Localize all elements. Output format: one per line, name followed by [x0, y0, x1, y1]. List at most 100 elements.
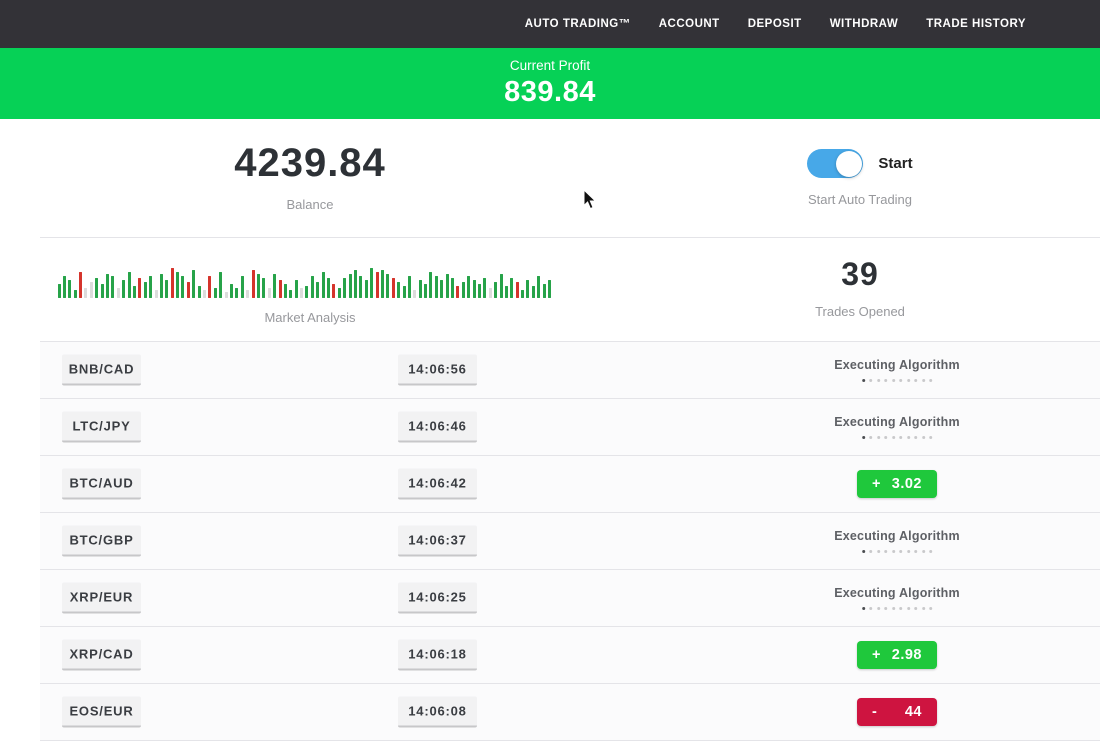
pair-badge[interactable]: EOS/EUR — [62, 697, 141, 728]
chart-bar — [84, 288, 87, 298]
progress-dot — [899, 379, 902, 382]
progress-dot — [869, 550, 872, 553]
chart-bar — [187, 282, 190, 298]
table-row: BNB/CAD 14:06:56 Executing Algorithm — [40, 342, 1100, 399]
chart-bar — [257, 274, 260, 298]
chart-bar — [359, 276, 362, 298]
chart-bar — [252, 270, 255, 298]
chart-bar — [192, 270, 195, 298]
profit-banner-label: Current Profit — [0, 58, 1100, 73]
chart-bar — [101, 284, 104, 298]
result-badge: + 3.02 — [857, 470, 937, 498]
table-row: XRP/CAD 14:06:18 + 2.98 — [40, 627, 1100, 684]
toggle-knob — [836, 151, 862, 177]
time-badge[interactable]: 14:06:46 — [398, 412, 477, 443]
nav-item[interactable]: WITHDRAW — [830, 18, 899, 30]
progress-dot — [907, 550, 910, 553]
chart-bar — [440, 280, 443, 298]
pair-badge[interactable]: XRP/EUR — [62, 583, 141, 614]
chart-bar — [473, 280, 476, 298]
chart-bar — [435, 276, 438, 298]
executing-label: Executing Algorithm — [834, 415, 960, 429]
table-row: EOS/EUR 14:06:08 - 44 — [40, 684, 1100, 741]
chart-bar — [483, 278, 486, 298]
market-analysis-label: Market Analysis — [0, 310, 620, 325]
time-badge[interactable]: 14:06:25 — [398, 583, 477, 614]
chart-bar — [74, 290, 77, 298]
progress-dot — [899, 607, 902, 610]
nav-item[interactable]: AUTO TRADING™ — [525, 18, 631, 30]
progress-dot — [877, 379, 880, 382]
chart-bar — [144, 282, 147, 298]
pair-badge[interactable]: XRP/CAD — [62, 640, 141, 671]
chart-bar — [386, 274, 389, 298]
chart-bar — [532, 286, 535, 298]
pair-badge[interactable]: LTC/JPY — [62, 412, 141, 443]
table-row: BTC/GBP 14:06:37 Executing Algorithm — [40, 513, 1100, 570]
chart-bar — [381, 270, 384, 298]
chart-bar — [370, 268, 373, 298]
progress-dot — [907, 436, 910, 439]
progress-dot — [914, 607, 917, 610]
executing-status: Executing Algorithm — [834, 358, 960, 382]
trade-status: - 44 — [857, 698, 937, 726]
progress-dot — [922, 436, 925, 439]
pair-badge[interactable]: BTC/AUD — [62, 469, 141, 500]
nav-item[interactable]: DEPOSIT — [748, 18, 802, 30]
chart-bar — [133, 286, 136, 298]
time-badge[interactable]: 14:06:18 — [398, 640, 477, 671]
progress-dot — [862, 379, 865, 382]
chart-bar — [305, 286, 308, 298]
progress-dot — [914, 550, 917, 553]
chart-bar — [295, 280, 298, 298]
result-badge: - 44 — [857, 698, 937, 726]
trade-status: Executing Algorithm — [834, 586, 960, 610]
executing-status: Executing Algorithm — [834, 586, 960, 610]
chart-bar — [429, 272, 432, 298]
trades-table: BNB/CAD 14:06:56 Executing Algorithm LTC… — [40, 341, 1100, 741]
progress-dots — [834, 550, 960, 553]
trade-status: + 3.02 — [857, 470, 937, 498]
chart-bar — [155, 290, 158, 298]
chart-bar — [262, 278, 265, 298]
time-badge[interactable]: 14:06:08 — [398, 697, 477, 728]
chart-bar — [408, 276, 411, 298]
time-badge[interactable]: 14:06:56 — [398, 355, 477, 386]
balance-label: Balance — [0, 197, 620, 212]
balance-value: 4239.84 — [0, 143, 620, 183]
trades-opened-block: 39 Trades Opened — [620, 258, 1100, 341]
chart-bar — [419, 280, 422, 298]
progress-dot — [862, 436, 865, 439]
time-badge[interactable]: 14:06:37 — [398, 526, 477, 557]
time-badge[interactable]: 14:06:42 — [398, 469, 477, 500]
progress-dot — [907, 607, 910, 610]
result-value: 44 — [905, 704, 922, 720]
chart-bar — [198, 286, 201, 298]
chart-bar — [214, 288, 217, 298]
chart-bar — [241, 276, 244, 298]
chart-bar — [111, 276, 114, 298]
progress-dot — [929, 379, 932, 382]
result-sign: + — [872, 647, 881, 663]
chart-bar — [181, 276, 184, 298]
progress-dot — [899, 550, 902, 553]
nav-item[interactable]: TRADE HISTORY — [926, 18, 1026, 30]
auto-trading-toggle[interactable] — [807, 149, 863, 178]
chart-bar — [117, 288, 120, 298]
trade-status: + 2.98 — [857, 641, 937, 669]
chart-bar — [273, 274, 276, 298]
chart-bar — [68, 280, 71, 298]
balance-block: 4239.84 Balance — [0, 143, 620, 237]
chart-bar — [413, 290, 416, 298]
chart-bar — [90, 282, 93, 298]
pair-badge[interactable]: BTC/GBP — [62, 526, 141, 557]
executing-label: Executing Algorithm — [834, 358, 960, 372]
nav-item[interactable]: ACCOUNT — [659, 18, 720, 30]
progress-dots — [834, 379, 960, 382]
chart-bar — [467, 276, 470, 298]
pair-badge[interactable]: BNB/CAD — [62, 355, 141, 386]
chart-bar — [332, 284, 335, 298]
chart-bar — [165, 280, 168, 298]
progress-dot — [929, 436, 932, 439]
market-analysis-block: Market Analysis — [0, 258, 620, 341]
